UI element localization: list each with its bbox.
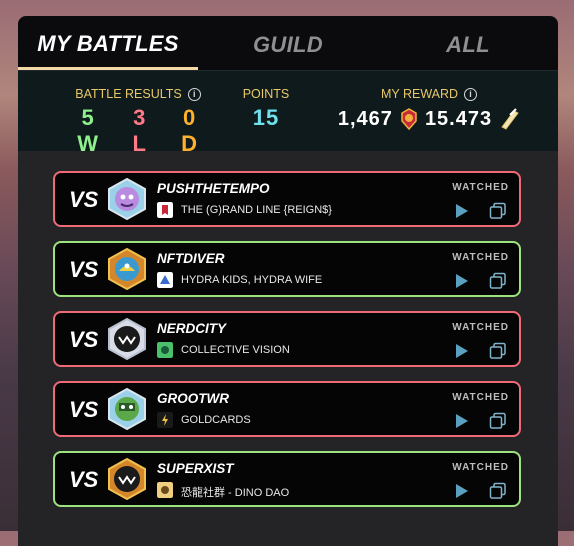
watched-status: WATCHED xyxy=(452,462,509,473)
tab-bar: MY BATTLES GUILD ALL xyxy=(18,16,558,70)
watched-status: WATCHED xyxy=(452,392,509,403)
tab-all[interactable]: ALL xyxy=(378,16,558,70)
dec-icon xyxy=(401,108,417,131)
info-icon[interactable]: i xyxy=(464,87,478,101)
guild-icon xyxy=(157,482,173,498)
reward-sps-value: 15.473 xyxy=(424,107,493,130)
copy-icon[interactable] xyxy=(489,272,507,290)
battles-panel: MY BATTLES GUILD ALL BATTLE RESULTS i 5 … xyxy=(18,16,558,546)
guild-name[interactable]: GOLDCARDS xyxy=(181,414,251,426)
battle-row[interactable]: VS PUSHTHETEMPO THE (G)RAND LINE {REIGN$… xyxy=(53,171,521,227)
reward-dec-value: 1,467 xyxy=(337,107,393,130)
tab-all-label: ALL xyxy=(446,32,490,57)
wins-count: 5 W xyxy=(77,105,99,156)
copy-icon[interactable] xyxy=(489,342,507,360)
draws-count: 0 D xyxy=(181,105,199,156)
tab-guild[interactable]: GUILD xyxy=(198,16,378,70)
guild-name[interactable]: HYDRA KIDS, HYDRA WIFE xyxy=(181,274,322,286)
guild-icon xyxy=(157,412,173,428)
opponent-name[interactable]: GROOTWR xyxy=(157,391,229,406)
vs-label: VS xyxy=(69,257,99,282)
tab-my-battles[interactable]: MY BATTLES xyxy=(18,16,198,70)
play-icon[interactable] xyxy=(455,483,469,499)
vs-label: VS xyxy=(69,187,99,212)
battle-row[interactable]: VS GROOTWR GOLDCARDS WATCHED xyxy=(53,381,521,437)
guild-name[interactable]: THE (G)RAND LINE {REIGN$} xyxy=(181,204,332,216)
points: POINTS 15 xyxy=(226,87,306,131)
avatar xyxy=(108,177,146,221)
opponent-name[interactable]: PUSHTHETEMPO xyxy=(157,181,270,196)
avatar xyxy=(108,247,146,291)
avatar xyxy=(108,457,146,501)
reward-label: MY REWARD xyxy=(380,87,459,101)
copy-icon[interactable] xyxy=(489,202,507,220)
battle-list: VS PUSHTHETEMPO THE (G)RAND LINE {REIGN$… xyxy=(18,151,558,546)
points-label: POINTS xyxy=(242,87,290,101)
battle-results: BATTLE RESULTS i 5 W 3 L 0 D xyxy=(73,87,203,157)
opponent-name[interactable]: SUPERXIST xyxy=(157,461,234,476)
play-icon[interactable] xyxy=(455,273,469,289)
copy-icon[interactable] xyxy=(489,412,507,430)
battle-results-label: BATTLE RESULTS xyxy=(75,87,182,101)
avatar xyxy=(108,317,146,361)
play-icon[interactable] xyxy=(455,413,469,429)
battle-row[interactable]: VS NERDCITY COLLECTIVE VISION WATCHED xyxy=(53,311,521,367)
watched-status: WATCHED xyxy=(452,182,509,193)
vs-label: VS xyxy=(69,467,99,492)
play-icon[interactable] xyxy=(455,203,469,219)
guild-icon xyxy=(157,342,173,358)
vs-label: VS xyxy=(69,397,99,422)
losses-count: 3 L xyxy=(132,105,147,156)
guild-name[interactable]: COLLECTIVE VISION xyxy=(181,344,290,356)
tab-guild-label: GUILD xyxy=(253,32,323,57)
vs-label: VS xyxy=(69,327,99,352)
watched-status: WATCHED xyxy=(452,252,509,263)
opponent-name[interactable]: NERDCITY xyxy=(157,321,226,336)
guild-name[interactable]: 恐龍社群 - DINO DAO xyxy=(181,484,289,500)
guild-icon xyxy=(157,272,173,288)
opponent-name[interactable]: NFTDIVER xyxy=(157,251,225,266)
my-reward: MY REWARD i 1,467 15.473 xyxy=(334,87,524,131)
stats-bar: BATTLE RESULTS i 5 W 3 L 0 D POINTS 15 M… xyxy=(18,70,558,156)
avatar xyxy=(108,387,146,431)
battle-row[interactable]: VS NFTDIVER HYDRA KIDS, HYDRA WIFE WATCH… xyxy=(53,241,521,297)
guild-icon xyxy=(157,202,173,218)
info-icon[interactable]: i xyxy=(187,87,201,101)
tab-my-battles-label: MY BATTLES xyxy=(37,30,179,56)
watched-status: WATCHED xyxy=(452,322,509,333)
battle-row[interactable]: VS SUPERXIST 恐龍社群 - DINO DAO WATCHED xyxy=(53,451,521,507)
play-icon[interactable] xyxy=(455,343,469,359)
copy-icon[interactable] xyxy=(489,482,507,500)
sps-icon xyxy=(501,108,519,130)
points-value: 15 xyxy=(252,105,280,130)
